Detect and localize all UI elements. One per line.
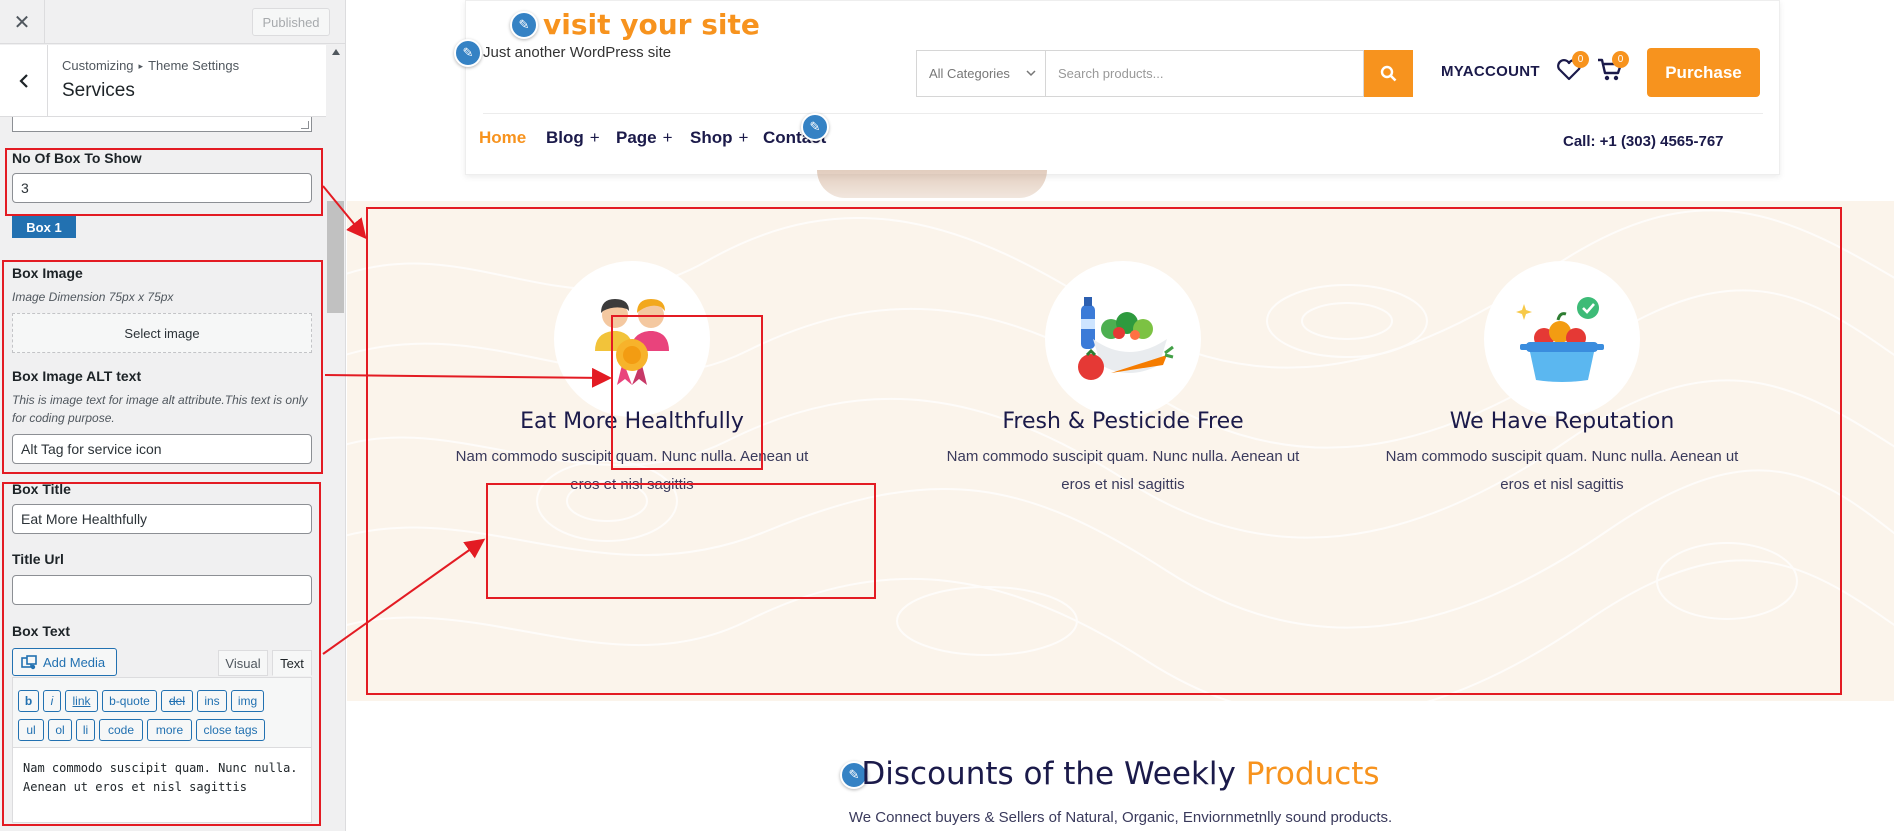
- annotation-arrow: [322, 538, 486, 655]
- annotation-arrow: [322, 185, 367, 240]
- annotation-arrows: [322, 185, 612, 655]
- annotation-arrow: [324, 367, 612, 388]
